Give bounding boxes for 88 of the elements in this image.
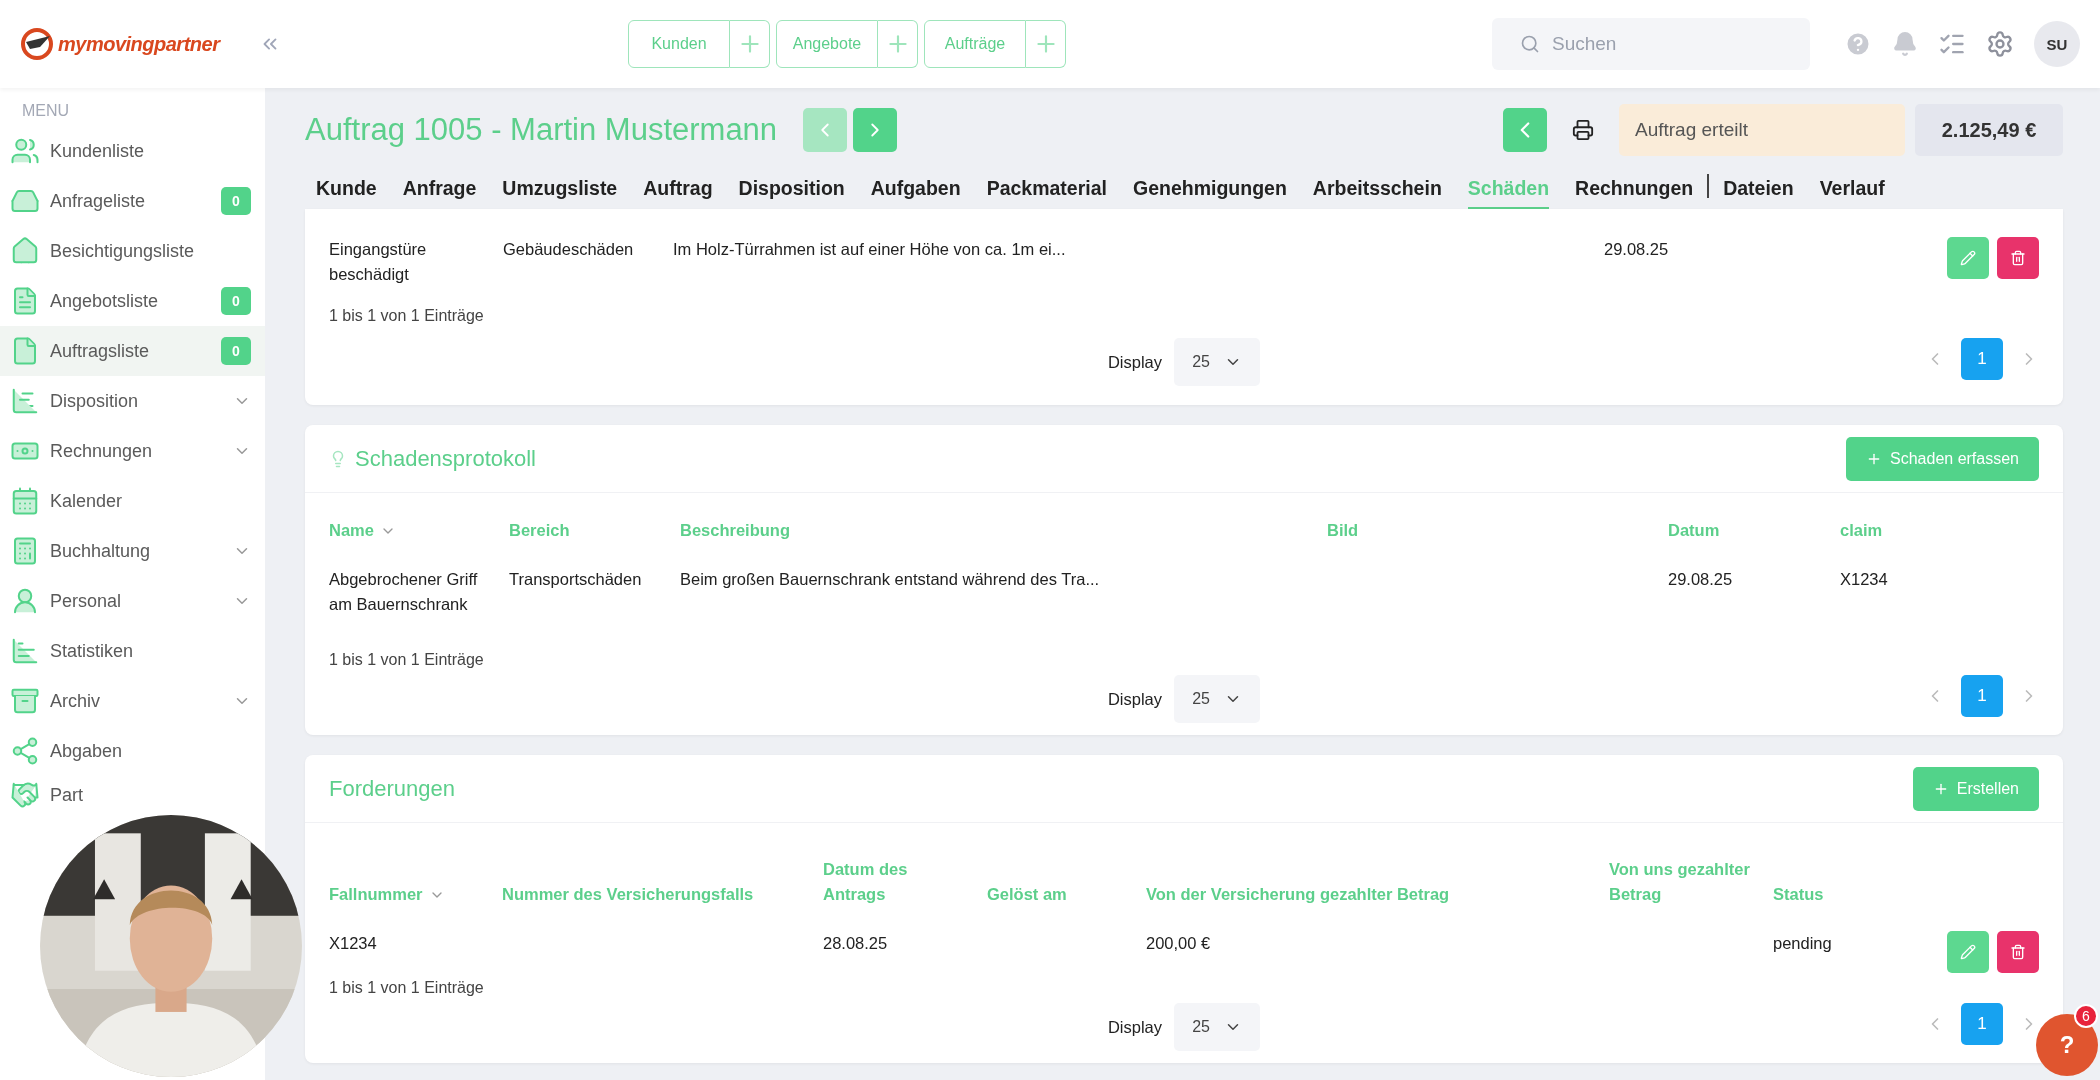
sidebar-item[interactable]: Statistiken (0, 626, 265, 676)
table-cell-text: 29.08.25 (1668, 569, 1734, 590)
edit-button[interactable] (1947, 237, 1989, 279)
tab[interactable]: Umzugsliste (502, 169, 618, 209)
user-avatar[interactable]: SU (2034, 21, 2080, 67)
table-cell-text: Gebäudeschäden (503, 239, 635, 260)
tab[interactable]: Kunde (316, 169, 377, 209)
display-label: Display (1107, 1017, 1163, 1037)
sidebar-item[interactable]: Kalender (0, 476, 265, 526)
tab[interactable]: Disposition (738, 169, 845, 209)
count-badge: 0 (221, 337, 251, 365)
page-size-select[interactable]: 25 (1174, 675, 1261, 723)
tab[interactable]: Aufgaben (870, 169, 961, 209)
tab[interactable]: Arbeitsschein (1312, 169, 1442, 209)
archive-icon (10, 686, 40, 716)
entries-summary: 1 bis 1 von 1 Einträge (329, 307, 485, 325)
sidebar-item[interactable]: Personal (0, 576, 265, 626)
display-label: Display (1107, 352, 1163, 372)
display-label: Display (1107, 689, 1163, 709)
network-icon (10, 736, 40, 766)
sidebar-item[interactable]: Archiv (0, 676, 265, 726)
pencil-icon (1960, 944, 1976, 960)
bar-chart-icon (10, 636, 40, 666)
count-badge: 0 (221, 187, 251, 215)
table-cell-text: X1234 (329, 933, 378, 954)
tab[interactable]: Anfrage (402, 169, 477, 209)
table-cell-text: Eingangstüre beschädigt (329, 239, 428, 285)
table-cell-text: Abgebrochener Griff am Bauernschrank (329, 569, 479, 615)
sidebar-item[interactable]: Kundenliste (0, 126, 265, 176)
page-title: Auftrag 1005 - Martin Mustermann (305, 112, 778, 148)
tab[interactable]: Auftrag (643, 169, 713, 209)
table-cell-text: 200,00 € (1146, 933, 1212, 954)
table-cell-text: pending (1773, 933, 1833, 954)
logo-icon (20, 27, 54, 61)
settings-icon[interactable] (1986, 30, 2014, 58)
menu-label: MENU (21, 102, 71, 121)
printer-icon (1572, 119, 1594, 141)
tab[interactable]: Genehmigungen (1133, 169, 1287, 209)
sidebar-item[interactable]: Angebotsliste 0 (0, 276, 265, 326)
calendar-icon (10, 486, 40, 516)
search-field[interactable]: Suchen (1492, 18, 1810, 70)
sidebar-item[interactable]: Anfrageliste 0 (0, 176, 265, 226)
trash-icon (2010, 944, 2026, 960)
notification-badge: 6 (2074, 1004, 2098, 1028)
add-button[interactable] (730, 20, 770, 68)
logo[interactable]: mymovingpartner (58, 32, 220, 56)
bell-icon[interactable] (1892, 31, 1918, 57)
sidebar-item[interactable]: Auftragsliste 0 (0, 326, 265, 376)
count-badge: 0 (221, 287, 251, 315)
search-icon (1520, 34, 1540, 54)
tab[interactable]: Dateien (1723, 169, 1794, 209)
tab[interactable]: Packmaterial (986, 169, 1107, 209)
page-size-select[interactable]: 25 (1174, 338, 1261, 386)
table-cell-text: Transportschäden (509, 569, 643, 590)
table-cell-text: 29.08.25 (1604, 239, 1670, 260)
edit-button[interactable] (1947, 931, 1989, 973)
table-cell-text: X1234 (1840, 569, 1889, 590)
sidebar-item[interactable]: Rechnungen (0, 426, 265, 476)
sidebar-item[interactable]: Disposition (0, 376, 265, 426)
section-title: Schadensprotokoll (355, 445, 537, 472)
page-size-select[interactable]: 25 (1174, 1003, 1261, 1051)
house-icon (10, 236, 40, 266)
delete-button[interactable] (1997, 931, 2039, 973)
tab[interactable]: Verlauf (1819, 169, 1885, 209)
total-amount: 2.125,49 € (1915, 104, 2063, 156)
entries-summary: 1 bis 1 von 1 Einträge (329, 979, 485, 997)
add-button[interactable] (1026, 20, 1066, 68)
trash-icon (2010, 250, 2026, 266)
help-icon[interactable] (1844, 30, 1872, 58)
back-button[interactable] (1503, 108, 1547, 152)
next-button[interactable] (853, 108, 898, 152)
pencil-icon (1960, 250, 1976, 266)
sidebar-item[interactable]: Besichtigungsliste (0, 226, 265, 276)
delete-button[interactable] (1997, 237, 2039, 279)
tab[interactable]: Rechnungen (1575, 169, 1694, 209)
table-cell-text: Beim großen Bauernschrank entstand während des Tra... (680, 569, 1101, 590)
section-title: Forderungen (329, 775, 456, 802)
add-button[interactable] (878, 20, 918, 68)
status-field: Auftrag erteilt (1619, 104, 1905, 156)
sidebar-item[interactable]: Part (0, 776, 265, 814)
table-cell-text: Im Holz-Türrahmen ist auf einer Höhe von ca. 1m ei... (673, 239, 1067, 260)
users-icon (10, 136, 40, 166)
entries-summary: 1 bis 1 von 1 Einträge (329, 651, 485, 669)
sidebar-item[interactable]: Abgaben (0, 726, 265, 776)
table-cell-text: 28.08.25 (823, 933, 889, 954)
gantt-icon (10, 386, 40, 416)
handshake-icon (10, 780, 40, 810)
sidebar-item[interactable]: Buchhaltung (0, 526, 265, 576)
